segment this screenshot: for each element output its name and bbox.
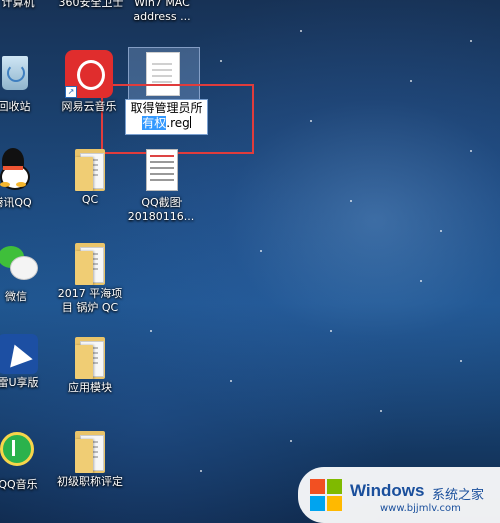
folder-icon — [75, 149, 105, 191]
thunder-bird-icon — [0, 334, 38, 374]
watermark-url: www.bjjmlv.com — [380, 503, 461, 514]
icon-label: 腾讯QQ — [0, 196, 32, 209]
icon-label: 应用模块 — [68, 381, 112, 394]
rename-input[interactable]: 取得管理员所 有权.reg — [125, 99, 208, 135]
icon-label: 360安全卫士 — [58, 0, 124, 9]
desktop-icon-recycle-bin[interactable]: 回收站 — [0, 50, 54, 114]
folder-icon — [75, 431, 105, 473]
folder-icon — [75, 243, 105, 285]
icon-label: 2017 平海项 目 锅炉 QC — [57, 287, 123, 314]
rename-line1: 取得管理员所 — [130, 101, 203, 115]
text-cursor — [189, 116, 191, 128]
netease-music-icon: ↗ — [65, 50, 113, 98]
icon-label: QC — [81, 193, 99, 206]
icon-label: QQ截图 20180116... — [127, 196, 195, 223]
desktop-icon-netease[interactable]: ↗ 网易云音乐 — [49, 50, 129, 114]
watermark-badge: Windows 系统之家 www.bjjmlv.com — [298, 467, 500, 523]
desktop-icon-wechat[interactable]: 微信 — [0, 240, 56, 304]
desktop-icon-chuji-folder[interactable]: 初级职称评定 — [50, 428, 130, 489]
rename-line2-rest: .reg — [166, 116, 190, 130]
qqmusic-icon — [0, 428, 42, 476]
shortcut-arrow-icon: ↗ — [65, 86, 77, 98]
recycle-bin-icon — [0, 50, 38, 98]
desktop-icon-win7mac[interactable]: Win7 MAC address ... — [122, 0, 202, 24]
icon-label: Win7 MAC address ... — [133, 0, 191, 23]
icon-label: 网易云音乐 — [61, 100, 117, 113]
desktop-icon-2017-folder[interactable]: 2017 平海项 目 锅炉 QC — [50, 240, 130, 315]
rename-line2-selected: 有权 — [142, 116, 167, 130]
windows-logo-icon — [310, 479, 342, 511]
wechat-icon — [0, 240, 40, 288]
icon-label: 微信 — [5, 290, 27, 303]
desktop-icon-360[interactable]: 360安全卫士 — [51, 0, 131, 10]
desktop-icon-app-module[interactable]: 应用模块 — [50, 334, 130, 395]
icon-label: 初级职称评定 — [57, 475, 123, 488]
qq-penguin-icon — [0, 146, 36, 194]
watermark-brand: Windows — [350, 481, 425, 500]
icon-label: 回收站 — [0, 100, 31, 113]
folder-icon — [75, 337, 105, 379]
image-file-icon — [137, 146, 185, 194]
desktop-icon-qq[interactable]: 腾讯QQ — [0, 146, 52, 210]
watermark-tagline: 系统之家 — [432, 488, 485, 503]
icon-label: 计算机 — [1, 0, 35, 9]
desktop-icon-computer[interactable]: 计算机 — [0, 0, 58, 10]
desktop-icon-qq-screenshot[interactable]: QQ截图 20180116... — [121, 146, 201, 224]
desktop-icon-qc-folder[interactable]: QC — [50, 146, 130, 207]
